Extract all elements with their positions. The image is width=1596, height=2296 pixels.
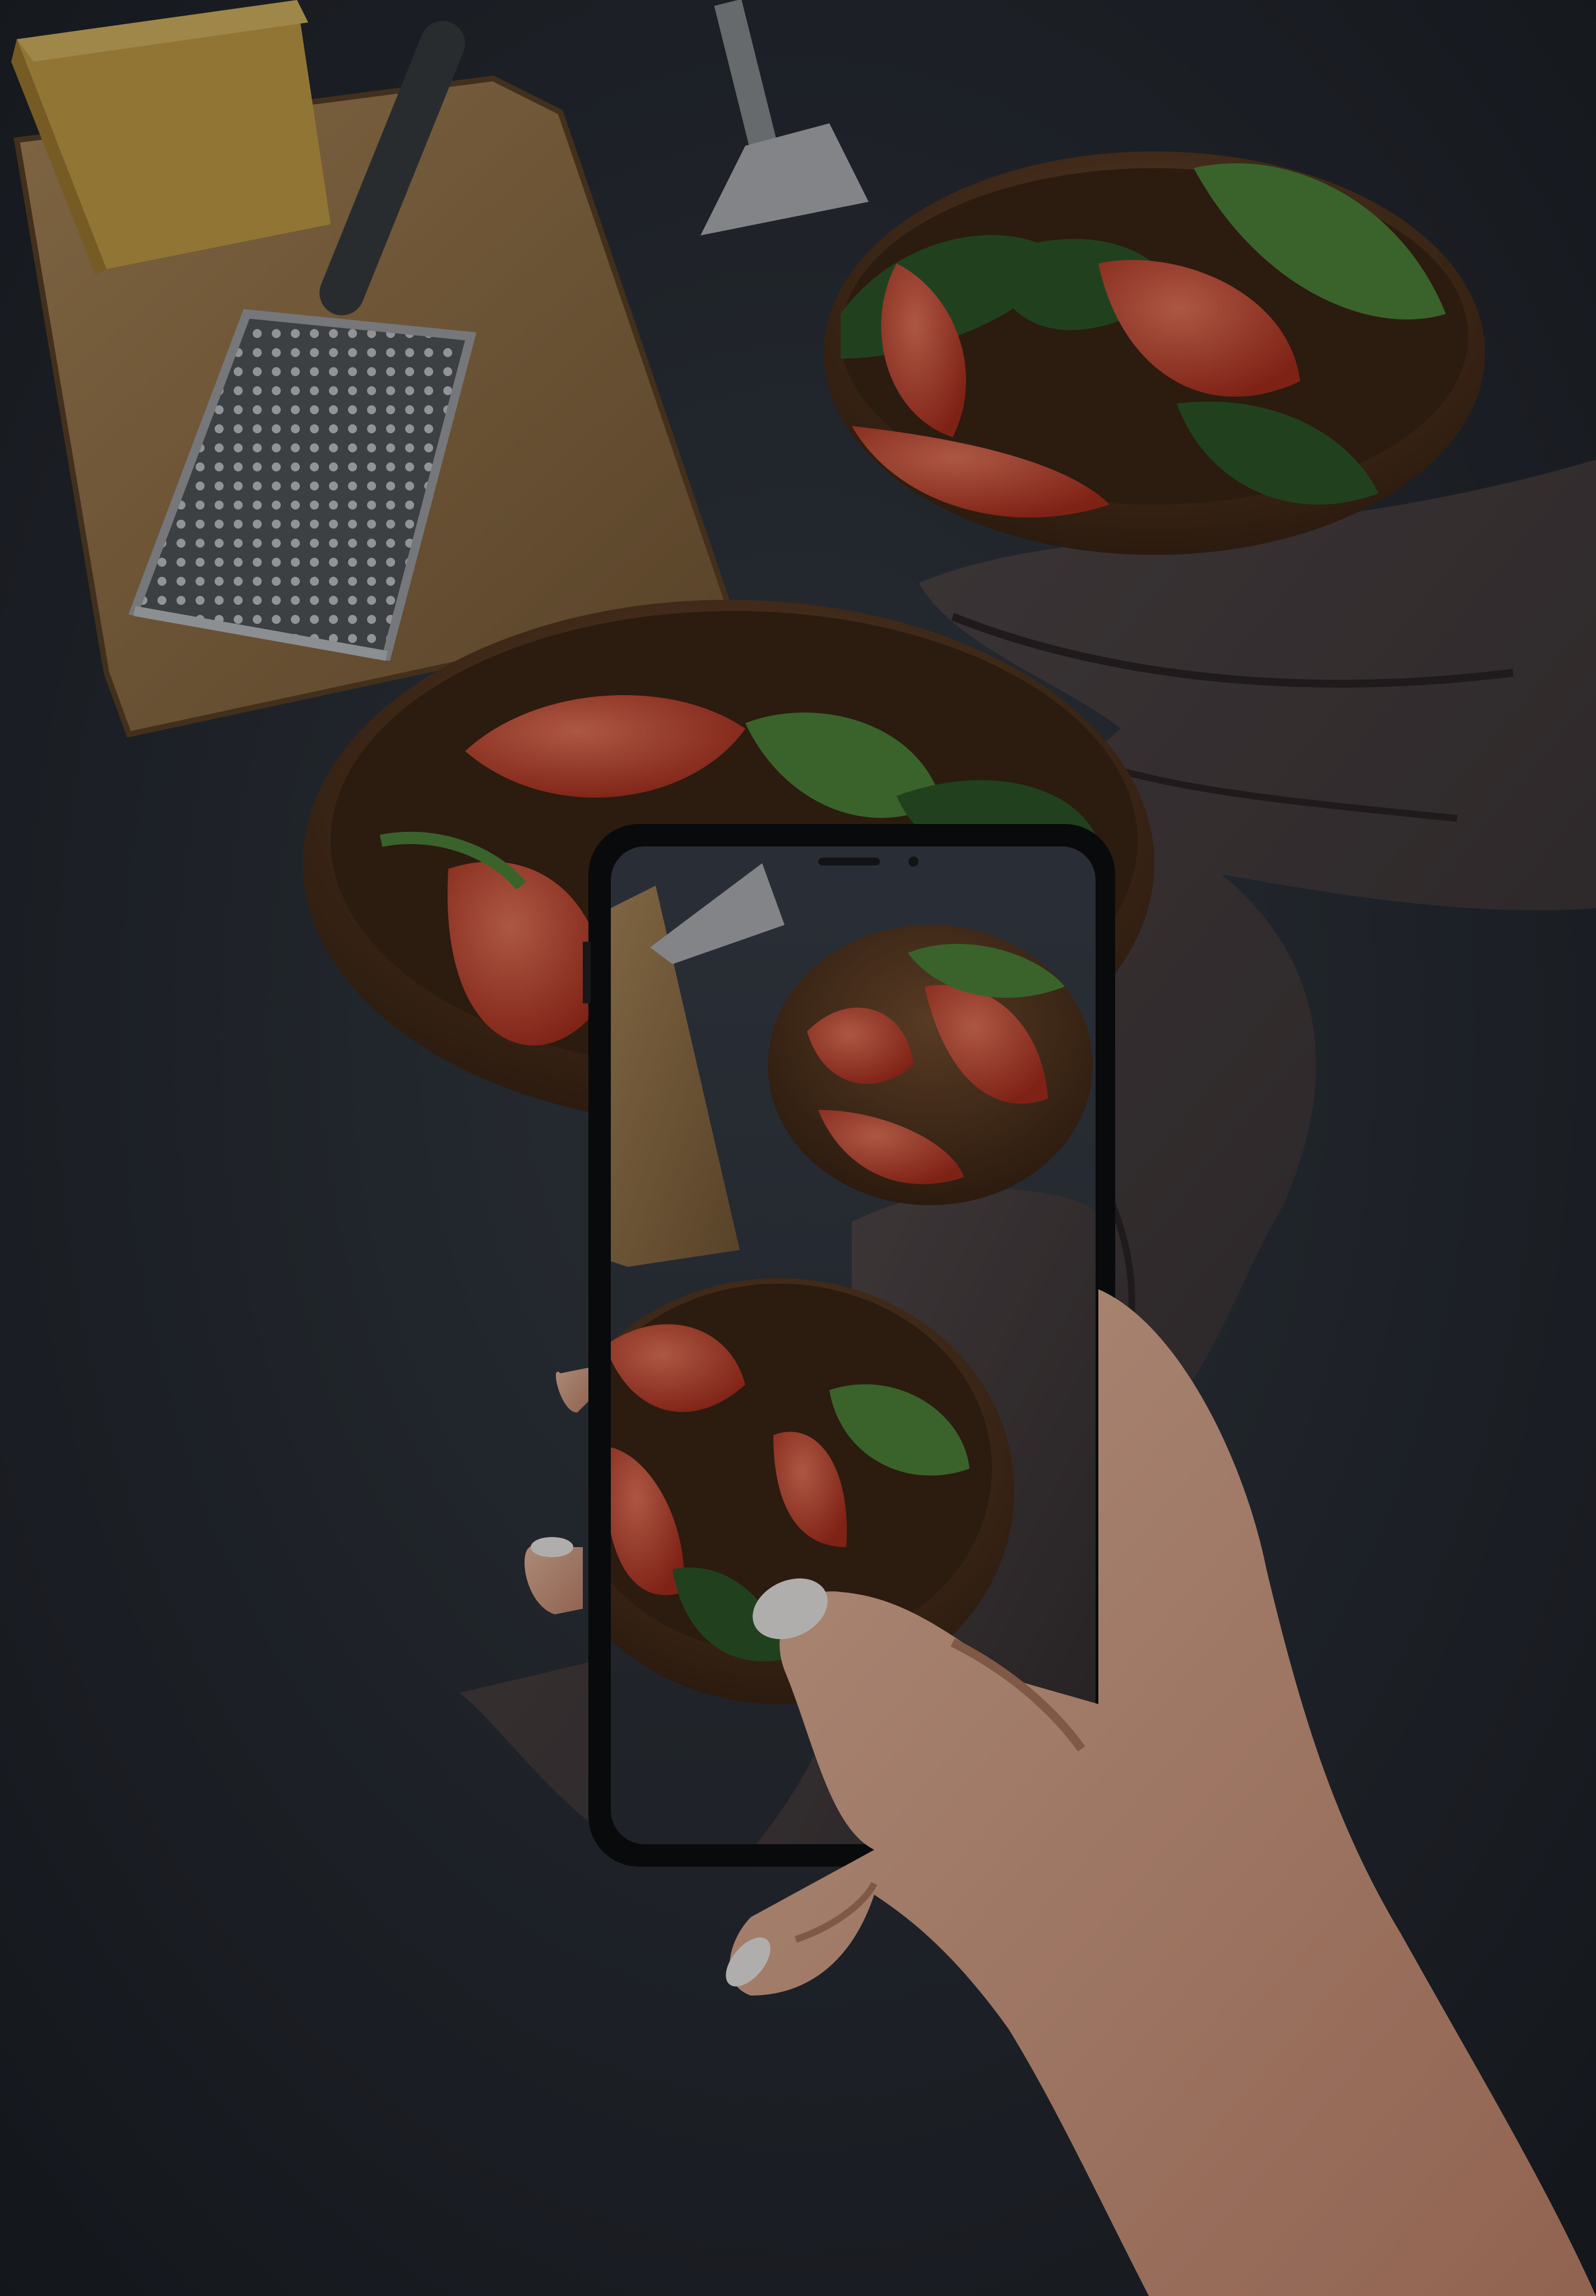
food-photo-illustration: [0, 0, 1596, 2296]
food-photo-scene: [0, 0, 1596, 2296]
front-camera: [908, 857, 918, 867]
left-finger-nail: [531, 1537, 573, 1557]
speaker-grille: [818, 858, 880, 865]
salad-bowl-back: [824, 151, 1485, 555]
